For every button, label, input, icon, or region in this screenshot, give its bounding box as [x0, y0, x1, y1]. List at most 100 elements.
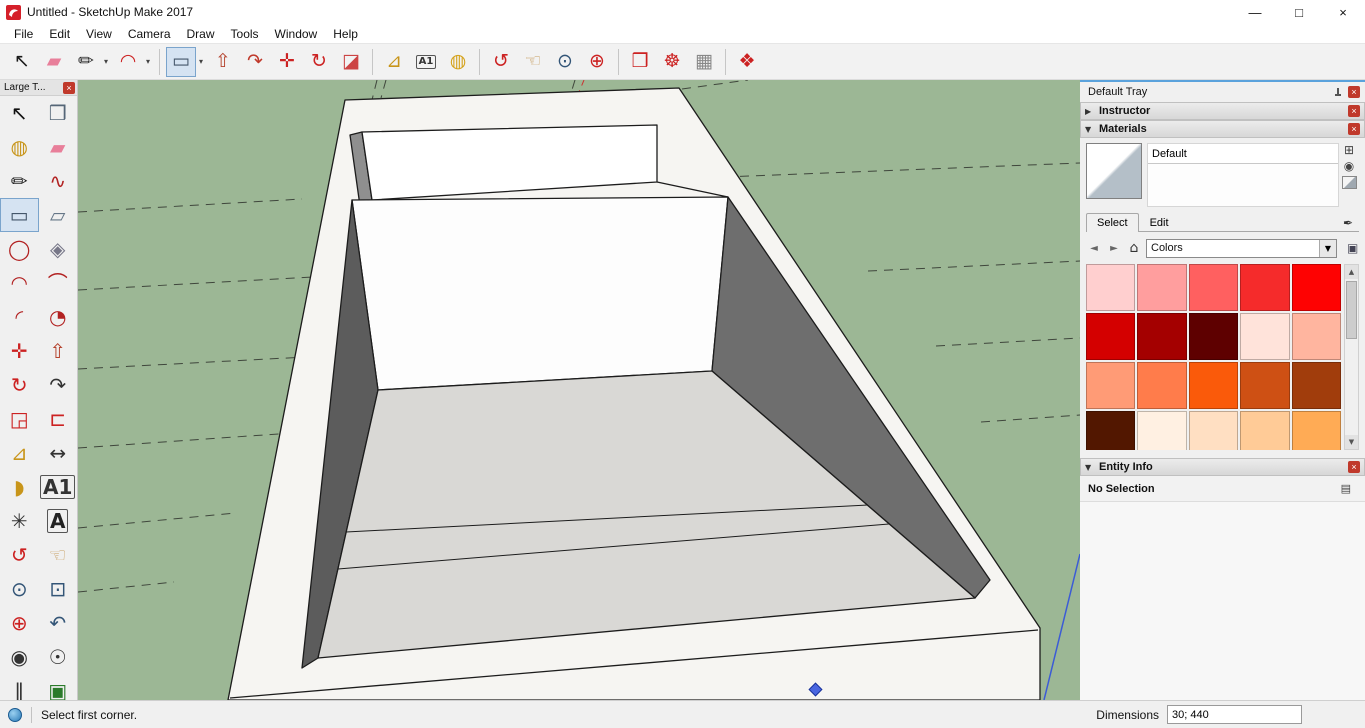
color-swatch-r2c5[interactable]: [1291, 313, 1341, 360]
rectangle-button[interactable]: ▭: [0, 198, 39, 232]
rectangle-dropdown-caret[interactable]: ▾: [196, 57, 206, 66]
chevron-down-icon[interactable]: ▼: [1085, 125, 1095, 134]
scrollbar-thumb[interactable]: [1346, 281, 1357, 339]
rectangle-button[interactable]: ▭: [166, 46, 196, 77]
close-button[interactable]: ×: [1321, 0, 1365, 24]
move-button[interactable]: ✛: [0, 334, 39, 368]
dimensions-input[interactable]: [1167, 705, 1302, 724]
color-swatch-r1c2[interactable]: [1137, 264, 1187, 311]
tab-edit[interactable]: Edit: [1139, 213, 1180, 232]
component-button[interactable]: ❒: [625, 47, 655, 77]
forward-arrow-icon[interactable]: ►: [1106, 240, 1122, 256]
line-button[interactable]: ✏: [71, 47, 101, 77]
eraser-button[interactable]: ▰: [39, 130, 78, 164]
follow-me-button[interactable]: ↷: [39, 368, 78, 402]
3d-text-button[interactable]: A: [39, 504, 78, 538]
color-swatch-r2c3[interactable]: [1188, 313, 1239, 360]
dimensions-button[interactable]: ↔: [39, 436, 78, 470]
pie-button[interactable]: ◔: [39, 300, 78, 334]
zoom-extents-button[interactable]: ⊕: [582, 47, 612, 77]
color-swatch-r4c3[interactable]: [1188, 411, 1239, 450]
warehouse-button[interactable]: ☸: [657, 47, 687, 77]
zoom-extents-button[interactable]: ⊕: [0, 606, 39, 640]
position-camera-button[interactable]: ◉: [0, 640, 39, 674]
line-button[interactable]: ✏: [0, 164, 39, 198]
text-button[interactable]: A1: [411, 47, 441, 77]
instructor-close-button[interactable]: ×: [1348, 105, 1360, 117]
circle-button[interactable]: ◯: [0, 232, 39, 266]
section-plane-button[interactable]: ◪: [336, 47, 366, 77]
eraser-button[interactable]: ▰: [39, 47, 69, 77]
axes-button[interactable]: ✳: [0, 504, 39, 538]
polygon-button[interactable]: ◈: [39, 232, 78, 266]
material-name-field[interactable]: [1148, 144, 1338, 164]
push-pull-button[interactable]: ⇧: [208, 47, 238, 77]
color-swatch-r1c3[interactable]: [1188, 264, 1239, 311]
sample-paint-button[interactable]: ◉: [1344, 160, 1354, 172]
menu-window[interactable]: Window: [267, 25, 326, 43]
tab-select[interactable]: Select: [1086, 213, 1139, 232]
geolocation-icon[interactable]: [8, 707, 22, 722]
color-swatch-r3c4[interactable]: [1240, 362, 1290, 409]
materials-panel-bar[interactable]: ▼ Materials ×: [1080, 120, 1365, 138]
color-swatch-r1c4[interactable]: [1240, 264, 1290, 311]
minimize-button[interactable]: —: [1233, 0, 1277, 24]
make-component-button[interactable]: ❒: [39, 96, 78, 130]
paint-bucket-button[interactable]: ◍: [0, 130, 39, 164]
section-plane-lt-button[interactable]: ▣: [39, 674, 78, 700]
color-swatch-r1c1[interactable]: [1086, 264, 1136, 311]
layout-button[interactable]: ▦: [689, 47, 719, 77]
zoom-window-button[interactable]: ⊡: [39, 572, 78, 606]
create-material-button[interactable]: ⊞: [1344, 144, 1354, 156]
freehand-button[interactable]: ∿: [39, 164, 78, 198]
3d-viewport[interactable]: [78, 80, 1080, 700]
materials-close-button[interactable]: ×: [1348, 123, 1360, 135]
menu-view[interactable]: View: [78, 25, 120, 43]
select-button[interactable]: ↖: [0, 96, 39, 130]
color-swatch-r3c2[interactable]: [1137, 362, 1187, 409]
zoom-previous-button[interactable]: ↶: [39, 606, 78, 640]
follow-me-button[interactable]: ↷: [240, 47, 270, 77]
tray-close-button[interactable]: ×: [1348, 86, 1360, 98]
back-arrow-icon[interactable]: ◄: [1086, 240, 1102, 256]
large-tool-set-close-button[interactable]: ×: [63, 81, 75, 94]
rotate-button[interactable]: ↻: [0, 368, 39, 402]
offset-button[interactable]: ⊏: [39, 402, 78, 436]
walk-button[interactable]: ‖: [0, 674, 39, 700]
secondary-pane-icon[interactable]: ▣: [1341, 240, 1359, 256]
color-swatch-r1c5[interactable]: [1291, 264, 1341, 311]
chevron-down-icon[interactable]: ▼: [1085, 463, 1095, 472]
arc-button[interactable]: ◠: [113, 47, 143, 77]
arc-dropdown-caret[interactable]: ▾: [143, 57, 153, 66]
tape-measure-button[interactable]: ⊿: [0, 436, 39, 470]
move-button[interactable]: ✛: [272, 47, 302, 77]
entity-info-close-button[interactable]: ×: [1348, 461, 1360, 473]
maximize-button[interactable]: □: [1277, 0, 1321, 24]
entity-details-toggle[interactable]: ▤: [1335, 481, 1357, 496]
select-button[interactable]: ↖: [7, 47, 37, 77]
material-preview[interactable]: [1086, 143, 1142, 199]
help-button[interactable]: ❖: [732, 47, 762, 77]
divider-wall[interactable]: [351, 196, 729, 391]
viewport-canvas[interactable]: [78, 80, 1080, 700]
color-swatch-r4c4[interactable]: [1240, 411, 1290, 450]
rotated-rectangle-button[interactable]: ▱: [39, 198, 78, 232]
scroll-up-icon[interactable]: ▲: [1345, 265, 1358, 279]
menu-camera[interactable]: Camera: [120, 25, 179, 43]
orbit-button[interactable]: ↺: [0, 538, 39, 572]
arc-button[interactable]: ◠: [0, 266, 39, 300]
scroll-down-icon[interactable]: ▼: [1345, 435, 1358, 449]
collection-dropdown[interactable]: Colors ▼: [1146, 238, 1337, 258]
color-swatch-r4c5[interactable]: [1291, 411, 1341, 450]
color-swatch-r4c2[interactable]: [1137, 411, 1187, 450]
look-around-button[interactable]: ☉: [39, 640, 78, 674]
color-swatch-r3c1[interactable]: [1086, 362, 1136, 409]
two-point-arc-button[interactable]: ⌒: [39, 266, 78, 300]
color-swatch-r3c5[interactable]: [1291, 362, 1341, 409]
text-button[interactable]: A1: [39, 470, 78, 504]
paint-bucket-button[interactable]: ◍: [443, 47, 473, 77]
rotate-button[interactable]: ↻: [304, 47, 334, 77]
chevron-right-icon[interactable]: ▶: [1085, 107, 1095, 116]
protractor-button[interactable]: ◗: [0, 470, 39, 504]
eyedropper-icon[interactable]: ✒: [1337, 215, 1359, 231]
